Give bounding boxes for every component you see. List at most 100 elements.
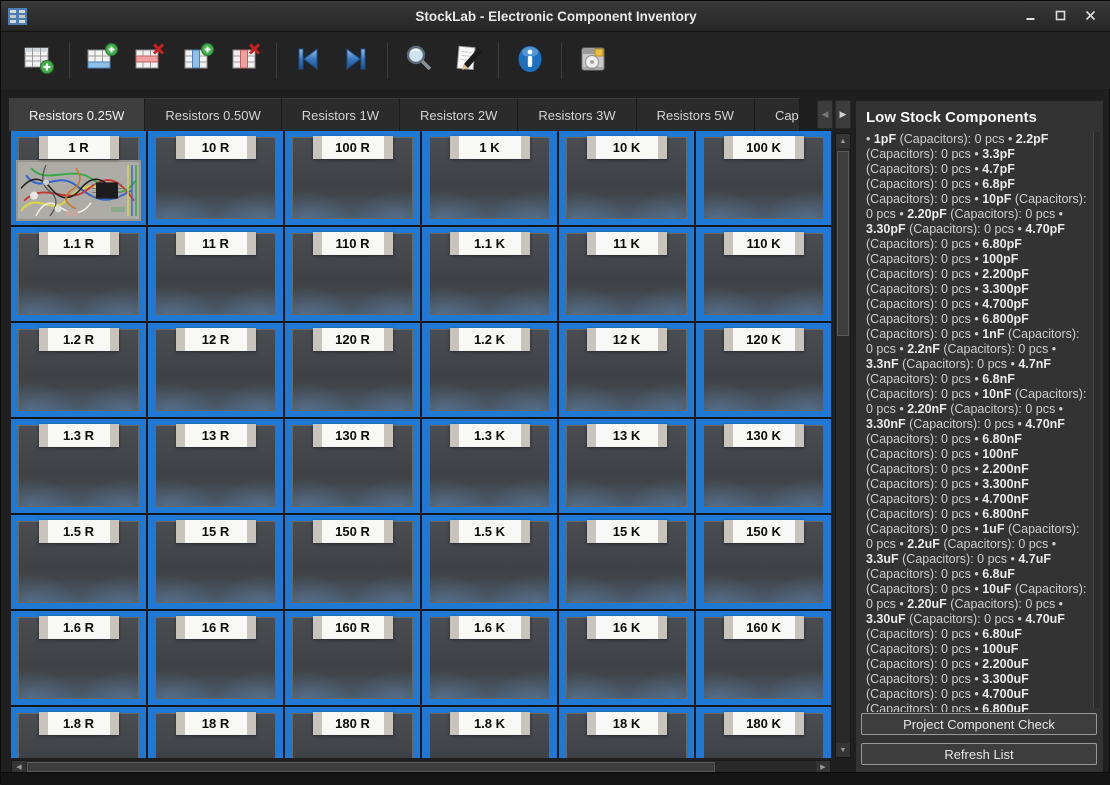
vertical-scrollbar[interactable]: ▲ ▼ — [835, 133, 851, 758]
component-value: 2.20uF — [907, 597, 947, 611]
bin-1-3-r[interactable]: 1.3 R — [11, 419, 146, 513]
insert-row-button[interactable] — [77, 37, 125, 85]
bin-18-r[interactable]: 18 R — [148, 707, 283, 758]
component-value: 10nF — [982, 387, 1011, 401]
bin-12-k[interactable]: 12 K — [559, 323, 694, 417]
vertical-scrollbar-thumb[interactable] — [837, 151, 849, 336]
label-cap-left — [313, 520, 322, 543]
maximize-button[interactable] — [1049, 6, 1071, 26]
bin-120-k[interactable]: 120 K — [696, 323, 831, 417]
bin-1-5-k[interactable]: 1.5 K — [422, 515, 557, 609]
bin-1-k[interactable]: 1 K — [422, 131, 557, 225]
bin-1-2-k[interactable]: 1.2 K — [422, 323, 557, 417]
delete-column-button[interactable] — [221, 37, 269, 85]
tab-cap[interactable]: Cap — [755, 98, 800, 131]
bin-label-text: 120 R — [322, 328, 384, 351]
bin-16-k[interactable]: 16 K — [559, 611, 694, 705]
close-button[interactable] — [1079, 6, 1101, 26]
bin-100-k[interactable]: 100 K — [696, 131, 831, 225]
minimize-button[interactable] — [1019, 6, 1041, 26]
tab-resistors-2w[interactable]: Resistors 2W — [400, 98, 518, 131]
go-first-button[interactable] — [284, 37, 332, 85]
bin-11-k[interactable]: 11 K — [559, 227, 694, 321]
go-last-button[interactable] — [332, 37, 380, 85]
tab-resistors-3w[interactable]: Resistors 3W — [518, 98, 636, 131]
bin-15-k[interactable]: 15 K — [559, 515, 694, 609]
label-cap-right — [384, 520, 393, 543]
bin-150-r[interactable]: 150 R — [285, 515, 420, 609]
bin-10-k[interactable]: 10 K — [559, 131, 694, 225]
title-bar: StockLab - Electronic Component Inventor… — [1, 1, 1110, 32]
bin-18-k[interactable]: 18 K — [559, 707, 694, 758]
tab-resistors-1w[interactable]: Resistors 1W — [282, 98, 400, 131]
bin-10-r[interactable]: 10 R — [148, 131, 283, 225]
bin-label-text: 12 K — [596, 328, 658, 351]
bin-16-r[interactable]: 16 R — [148, 611, 283, 705]
bin-180-r[interactable]: 180 R — [285, 707, 420, 758]
label-cap-right — [521, 520, 530, 543]
bin-15-r[interactable]: 15 R — [148, 515, 283, 609]
label-cap-left — [450, 520, 459, 543]
low-stock-scrollbar-track[interactable] — [1093, 132, 1100, 708]
bin-110-k[interactable]: 110 K — [696, 227, 831, 321]
bin-1-8-r[interactable]: 1.8 R — [11, 707, 146, 758]
component-value: 2.2nF — [907, 342, 940, 356]
scroll-down-button[interactable]: ▼ — [836, 743, 850, 757]
bin-1-3-k[interactable]: 1.3 K — [422, 419, 557, 513]
bin-label: 120 K — [724, 328, 804, 351]
low-stock-title: Low Stock Components — [866, 109, 1093, 126]
tab-resistors-5w[interactable]: Resistors 5W — [637, 98, 755, 131]
bin-180-k[interactable]: 180 K — [696, 707, 831, 758]
bin-160-k[interactable]: 160 K — [696, 611, 831, 705]
project-component-check-button[interactable]: Project Component Check — [861, 713, 1097, 735]
bin-1-5-r[interactable]: 1.5 R — [11, 515, 146, 609]
bin-1-6-r[interactable]: 1.6 R — [11, 611, 146, 705]
bin-label-text: 1.2 K — [459, 328, 521, 351]
bin-1-8-k[interactable]: 1.8 K — [422, 707, 557, 758]
bin-13-k[interactable]: 13 K — [559, 419, 694, 513]
bin-label-text: 10 K — [596, 136, 658, 159]
tab-scroll-left-button[interactable]: ◀ — [817, 100, 833, 129]
window-bottom-strip — [1, 772, 1110, 785]
label-cap-right — [658, 712, 667, 735]
bin-label: 1 R — [39, 136, 119, 159]
scroll-up-button[interactable]: ▲ — [836, 134, 850, 148]
label-cap-right — [384, 136, 393, 159]
bin-1-1-k[interactable]: 1.1 K — [422, 227, 557, 321]
edit-button[interactable] — [443, 37, 491, 85]
bin-13-r[interactable]: 13 R — [148, 419, 283, 513]
component-value: 1uF — [982, 522, 1004, 536]
component-value: 2.200pF — [982, 267, 1029, 281]
label-cap-left — [587, 136, 596, 159]
bin-120-r[interactable]: 120 R — [285, 323, 420, 417]
bin-130-r[interactable]: 130 R — [285, 419, 420, 513]
label-cap-left — [587, 616, 596, 639]
bin-12-r[interactable]: 12 R — [148, 323, 283, 417]
info-button[interactable] — [506, 37, 554, 85]
horizontal-scrollbar-thumb[interactable] — [27, 762, 715, 772]
tab-scroll-right-button[interactable]: ▶ — [835, 100, 851, 129]
bin-label-text: 1.5 K — [459, 520, 521, 543]
bin-110-r[interactable]: 110 R — [285, 227, 420, 321]
save-button[interactable] — [569, 37, 617, 85]
bin-150-k[interactable]: 150 K — [696, 515, 831, 609]
label-cap-right — [110, 232, 119, 255]
delete-row-button[interactable] — [125, 37, 173, 85]
bin-1-r[interactable]: 1 R — [11, 131, 146, 225]
tab-resistors-0-25w[interactable]: Resistors 0.25W — [9, 98, 145, 131]
bin-1-1-r[interactable]: 1.1 R — [11, 227, 146, 321]
bin-160-r[interactable]: 160 R — [285, 611, 420, 705]
bin-1-6-k[interactable]: 1.6 K — [422, 611, 557, 705]
bin-100-r[interactable]: 100 R — [285, 131, 420, 225]
tab-resistors-0-50w[interactable]: Resistors 0.50W — [145, 98, 281, 131]
label-cap-right — [658, 232, 667, 255]
search-button[interactable] — [395, 37, 443, 85]
insert-column-button[interactable] — [173, 37, 221, 85]
refresh-list-button[interactable]: Refresh List — [861, 743, 1097, 765]
bin-11-r[interactable]: 11 R — [148, 227, 283, 321]
bin-1-2-r[interactable]: 1.2 R — [11, 323, 146, 417]
bin-label: 15 K — [587, 520, 667, 543]
tab-strip: Resistors 0.25WResistors 0.50WResistors … — [9, 98, 815, 131]
new-table-button[interactable] — [14, 37, 62, 85]
bin-130-k[interactable]: 130 K — [696, 419, 831, 513]
